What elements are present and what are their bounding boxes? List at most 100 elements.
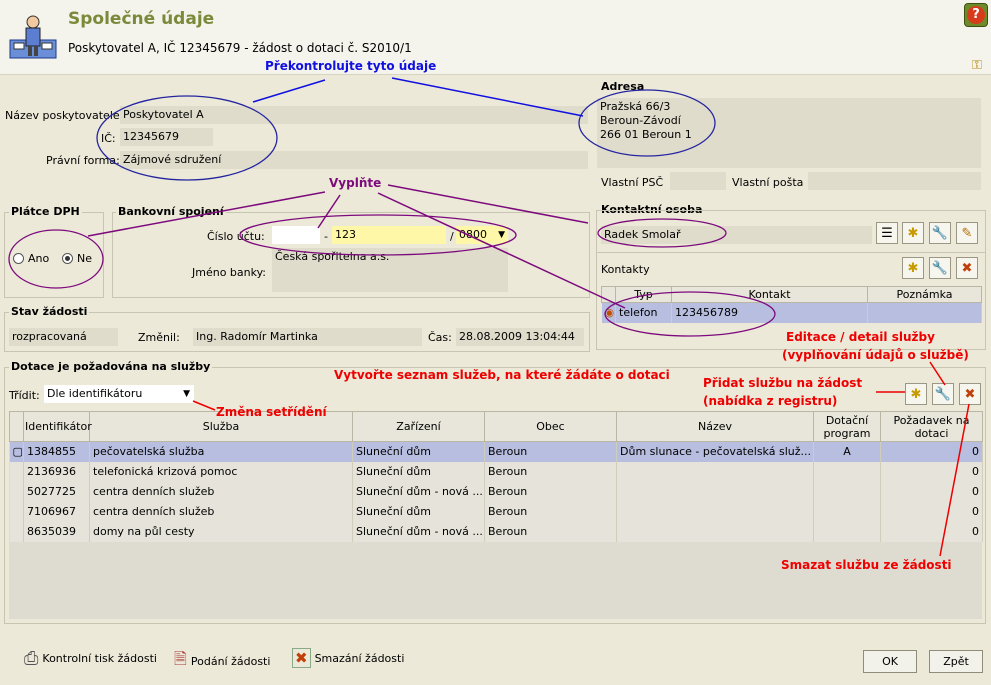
submit-label: Podání žádosti bbox=[190, 655, 271, 668]
table-row[interactable]: 8635039 domy na půl cesty Sluneční dům -… bbox=[9, 521, 983, 542]
cell-town: Beroun bbox=[484, 501, 617, 522]
contacts-col-note[interactable]: Poznámka bbox=[867, 286, 982, 303]
annotation-add-1: Přidat službu na žádost bbox=[703, 376, 863, 390]
cell-facility: Sluneční dům - nová ... bbox=[352, 521, 485, 542]
delete-icon: ✖ bbox=[292, 648, 311, 668]
submit-button[interactable]: 🗎 Podání žádosti bbox=[174, 648, 270, 675]
key-icon[interactable]: ⚿ bbox=[972, 58, 982, 73]
col-name[interactable]: Název bbox=[616, 411, 814, 442]
annotation-sort: Změna setřídění bbox=[216, 405, 327, 419]
annotation-edit-1: Editace / detail služby bbox=[786, 330, 935, 344]
account-slash: / bbox=[450, 230, 454, 243]
table-row[interactable]: 2136936 telefonická krizová pomoc Sluneč… bbox=[9, 461, 983, 482]
bank-name-field: Česká spořitelna a.s. bbox=[272, 248, 508, 292]
help-button[interactable]: ? bbox=[964, 3, 988, 27]
contact-select-button[interactable]: ☰ bbox=[876, 222, 898, 244]
col-program[interactable]: Dotační program bbox=[813, 411, 881, 442]
vat-title: Plátce DPH bbox=[9, 205, 82, 218]
legal-form-field[interactable]: Zájmové sdružení bbox=[120, 151, 588, 169]
contacts-edit-button[interactable]: 🔧 bbox=[929, 257, 951, 279]
bank-code-value: 0800 bbox=[459, 228, 487, 241]
services-table: Identifikátor Služba Zařízení Obec Název… bbox=[9, 411, 983, 542]
cell-program bbox=[813, 501, 881, 522]
cell-service: centra denních služeb bbox=[89, 481, 353, 502]
col-id[interactable]: Identifikátor bbox=[23, 411, 92, 442]
delete-request-button[interactable]: ✖ Smazání žádosti bbox=[292, 648, 404, 668]
changed-by-field: Ing. Radomír Martinka bbox=[193, 328, 422, 346]
delete-service-button[interactable]: ✖ bbox=[959, 383, 981, 405]
table-row[interactable]: 7106967 centra denních služeb Sluneční d… bbox=[9, 501, 983, 522]
cell-program: A bbox=[813, 441, 881, 462]
cell-facility: Sluneční dům bbox=[352, 461, 485, 482]
cell-id: 8635039 bbox=[23, 521, 90, 542]
account-number-field[interactable]: 123 bbox=[332, 226, 446, 244]
table-row[interactable]: ◉ telefon 123456789 bbox=[601, 302, 982, 323]
own-post-field[interactable] bbox=[808, 172, 981, 190]
cell-town: Beroun bbox=[484, 441, 617, 462]
list-icon: ☰ bbox=[881, 225, 893, 241]
new-document-icon: ✱ bbox=[907, 260, 919, 276]
col-facility[interactable]: Zařízení bbox=[352, 411, 485, 442]
address-box: Pražská 66/3 Beroun-Závodí 266 01 Beroun… bbox=[597, 98, 981, 168]
cell-program bbox=[813, 521, 881, 542]
table-row[interactable]: 5027725 centra denních služeb Sluneční d… bbox=[9, 481, 983, 502]
row-selector bbox=[9, 481, 24, 502]
annotation-line bbox=[252, 79, 326, 103]
own-psc-field[interactable] bbox=[670, 172, 726, 190]
contact-type-cell: telefon bbox=[615, 302, 672, 323]
sort-value: Dle identifikátoru bbox=[47, 387, 143, 400]
sort-select[interactable]: Dle identifikátoru ▼ bbox=[44, 385, 194, 403]
contacts-delete-button[interactable]: ✖ bbox=[956, 257, 978, 279]
vat-yes-radio[interactable]: Ano bbox=[13, 252, 49, 265]
cell-facility: Sluneční dům bbox=[352, 441, 485, 462]
add-service-button[interactable]: ✱ bbox=[905, 383, 927, 405]
vat-yes-label: Ano bbox=[28, 252, 50, 265]
print-button[interactable]: ⎙ Kontrolní tisk žádosti bbox=[24, 648, 157, 669]
table-row[interactable]: ▢ 1384855 pečovatelská služba Sluneční d… bbox=[9, 441, 983, 462]
vat-no-radio[interactable]: Ne bbox=[62, 252, 92, 265]
account-prefix-field[interactable] bbox=[272, 226, 320, 244]
address-line2: Beroun-Závodí bbox=[600, 114, 681, 127]
cell-amount: 0 bbox=[880, 521, 983, 542]
cell-service: pečovatelská služba bbox=[89, 441, 353, 462]
ic-label: IČ: bbox=[101, 132, 116, 145]
row-selector bbox=[9, 521, 24, 542]
contacts-label: Kontakty bbox=[601, 263, 650, 276]
new-document-icon: ✱ bbox=[907, 225, 919, 241]
cell-town: Beroun bbox=[484, 461, 617, 482]
edit-service-button[interactable]: 🔧 bbox=[932, 383, 954, 405]
status-title: Stav žádosti bbox=[9, 305, 90, 318]
cell-name: Dům slunace - pečovatelská služ... bbox=[616, 441, 814, 462]
own-psc-label: Vlastní PSČ bbox=[601, 176, 664, 189]
cell-id: 7106967 bbox=[23, 501, 90, 522]
legal-form-label: Právní forma: bbox=[46, 154, 120, 167]
cell-service: centra denních služeb bbox=[89, 501, 353, 522]
question-icon: ? bbox=[967, 6, 985, 24]
bank-name-label: Jméno banky: bbox=[192, 266, 267, 279]
contacts-col-type[interactable]: Typ bbox=[615, 286, 672, 303]
contact-name-field[interactable]: Radek Smolař bbox=[601, 226, 872, 244]
contacts-col-contact[interactable]: Kontakt bbox=[671, 286, 868, 303]
bank-title: Bankovní spojení bbox=[116, 205, 226, 218]
bank-code-select[interactable]: 0800 ▼ bbox=[456, 226, 508, 244]
sort-label: Třídit: bbox=[9, 389, 40, 402]
col-town[interactable]: Obec bbox=[484, 411, 617, 442]
cell-amount: 0 bbox=[880, 441, 983, 462]
col-blank bbox=[9, 411, 24, 442]
ic-field[interactable]: 12345679 bbox=[120, 128, 213, 146]
contacts-table: Typ Kontakt Poznámka ◉ telefon 123456789 bbox=[601, 286, 982, 323]
contact-new-button[interactable]: ✱ bbox=[902, 222, 924, 244]
cell-amount: 0 bbox=[880, 461, 983, 482]
pencil-icon: ✎ bbox=[961, 225, 973, 241]
changed-by-label: Změnil: bbox=[138, 331, 180, 344]
address-line3: 266 01 Beroun 1 bbox=[600, 128, 692, 141]
col-amount[interactable]: Požadavek na dotaci bbox=[880, 411, 983, 442]
ok-button[interactable]: OK bbox=[863, 650, 917, 673]
provider-name-field[interactable]: Poskytovatel A bbox=[120, 106, 588, 124]
back-button[interactable]: Zpět bbox=[929, 650, 983, 673]
contact-write-button[interactable]: ✎ bbox=[956, 222, 978, 244]
cell-service: domy na půl cesty bbox=[89, 521, 353, 542]
contacts-new-button[interactable]: ✱ bbox=[902, 257, 924, 279]
services-title: Dotace je požadována na služby bbox=[9, 360, 213, 373]
contact-edit-button[interactable]: 🔧 bbox=[929, 222, 951, 244]
